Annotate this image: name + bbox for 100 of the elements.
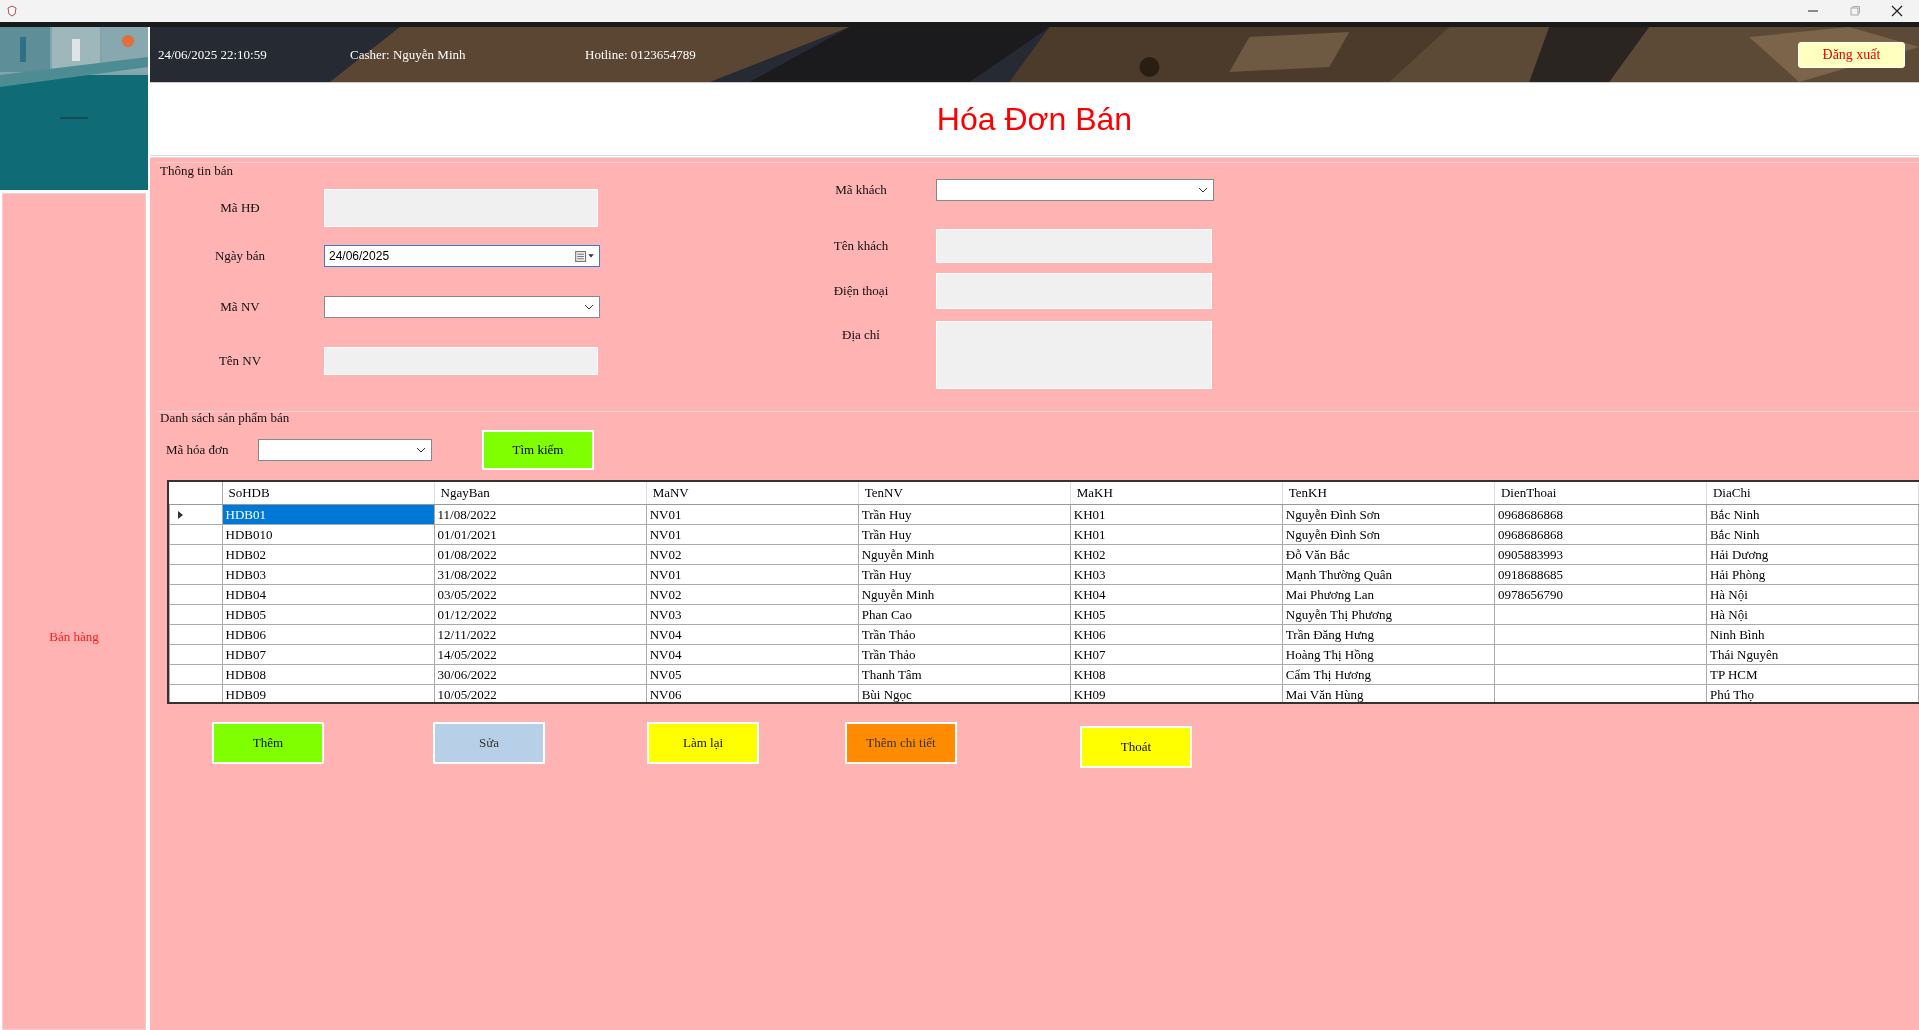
- table-cell: HDB02: [222, 544, 435, 565]
- table-cell: Thái Nguyên: [1706, 644, 1919, 665]
- table-cell: HDB05: [222, 604, 435, 625]
- cashier-text: Casher: Nguyễn Minh: [350, 46, 467, 63]
- table-cell: Hà Nội: [1706, 604, 1919, 625]
- calendar-icon: [575, 250, 595, 262]
- table-cell: Nguyễn Minh: [858, 544, 1071, 565]
- field-label: Tên NV: [217, 353, 263, 369]
- table-cell: KH04: [1070, 584, 1283, 605]
- action-button[interactable]: Thoát: [1080, 726, 1192, 768]
- field-label: Mã khách: [834, 182, 888, 198]
- table-cell: HDB010: [222, 524, 435, 545]
- table-cell: Trần Huy: [858, 524, 1071, 545]
- action-button[interactable]: Làm lại: [647, 722, 759, 764]
- table-cell: Nguyễn Đình Sơn: [1282, 504, 1495, 525]
- table-cell: Mạnh Thường Quân: [1282, 564, 1495, 585]
- table-cell: Hải Dương: [1706, 544, 1919, 565]
- table-cell: 01/01/2021: [434, 524, 647, 545]
- table-cell: NV01: [646, 524, 859, 545]
- table-cell: Thanh Tâm: [858, 664, 1071, 685]
- table-cell: Đỗ Văn Bắc: [1282, 544, 1495, 565]
- table-cell: NV01: [646, 564, 859, 585]
- table-cell: KH08: [1070, 664, 1283, 685]
- table-cell: Phan Cao: [858, 604, 1071, 625]
- table-cell: Nguyễn Thị Phương: [1282, 604, 1495, 625]
- group-title: Danh sách sản phẩm bán: [159, 410, 291, 426]
- table-cell: HDB08: [222, 664, 435, 685]
- table-cell: NV03: [646, 604, 859, 625]
- field-label: Địa chỉ: [841, 327, 881, 343]
- table-cell: Trần Thảo: [858, 644, 1071, 665]
- table-cell: TP HCM: [1706, 664, 1919, 685]
- table-cell: KH01: [1070, 524, 1283, 545]
- table-cell: 0968686868: [1494, 504, 1707, 525]
- maximize-icon[interactable]: [1849, 5, 1861, 17]
- table-cell: Mai Phương Lan: [1282, 584, 1495, 605]
- table-cell: Cẩm Thị Hương: [1282, 664, 1495, 685]
- column-header[interactable]: MaKH: [1070, 482, 1283, 505]
- table-cell: Trần Huy: [858, 564, 1071, 585]
- input-field[interactable]: [936, 273, 1212, 309]
- column-header[interactable]: TenKH: [1282, 482, 1495, 505]
- table-cell: HDB06: [222, 624, 435, 645]
- table-cell: NV04: [646, 624, 859, 645]
- app-icon: [6, 5, 18, 17]
- dropdown-field[interactable]: [324, 296, 600, 318]
- table-cell: NV01: [646, 504, 859, 525]
- chevron-icon: [584, 304, 594, 310]
- text-area[interactable]: [936, 321, 1212, 389]
- datetime-text: 24/06/2025 22:10:59: [158, 46, 268, 63]
- table-cell: Hà Nội: [1706, 584, 1919, 605]
- column-header[interactable]: DiaChi: [1706, 482, 1919, 505]
- input-field[interactable]: [936, 229, 1212, 263]
- group-title: Thông tin bán: [159, 163, 234, 179]
- table-cell: Hoàng Thị Hồng: [1282, 644, 1495, 665]
- search-button[interactable]: Tìm kiếm: [482, 430, 594, 470]
- field-label: Tên khách: [832, 238, 890, 254]
- column-header[interactable]: MaNV: [646, 482, 859, 505]
- table-cell: 01/12/2022: [434, 604, 647, 625]
- table-cell: Ninh Bình: [1706, 624, 1919, 645]
- table-cell: Nguyễn Đình Sơn: [1282, 524, 1495, 545]
- table-cell: 03/05/2022: [434, 584, 647, 605]
- table-cell: 14/05/2022: [434, 644, 647, 665]
- dropdown-field[interactable]: [258, 439, 432, 461]
- chevron-icon: [1198, 187, 1208, 193]
- field-label: Mã NV: [219, 299, 261, 315]
- column-header[interactable]: SoHDB: [222, 482, 435, 505]
- close-icon[interactable]: [1891, 5, 1903, 17]
- action-button[interactable]: Thêm: [212, 722, 324, 764]
- table-cell: KH01: [1070, 504, 1283, 525]
- table-cell: NV05: [646, 664, 859, 685]
- table-cell: 30/06/2022: [434, 664, 647, 685]
- column-header[interactable]: DienThoai: [1494, 482, 1707, 505]
- action-button[interactable]: Sửa: [433, 722, 545, 764]
- action-button[interactable]: Thêm chi tiết: [845, 722, 957, 764]
- table-cell: Bắc Ninh: [1706, 504, 1919, 525]
- chevron-icon: [416, 447, 426, 453]
- input-field[interactable]: [324, 347, 598, 375]
- field-label: Điện thoại: [832, 283, 890, 299]
- dropdown-field[interactable]: [936, 179, 1214, 201]
- table-cell: 0905883993: [1494, 544, 1707, 565]
- table-cell: HDB03: [222, 564, 435, 585]
- field-label: Ngày bán: [213, 248, 267, 264]
- hotline-text: Hotline: 0123654789: [585, 46, 696, 63]
- logout-button[interactable]: Đăng xuất: [1798, 41, 1905, 68]
- table-cell: 0918688685: [1494, 564, 1707, 585]
- page-title: Hóa Đơn Bán: [936, 100, 1133, 138]
- table-cell: 12/11/2022: [434, 624, 647, 645]
- row-pointer-icon: [178, 510, 183, 519]
- table-cell: KH03: [1070, 564, 1283, 585]
- field-label: Mã HĐ: [219, 200, 261, 216]
- column-header[interactable]: NgayBan: [434, 482, 647, 505]
- table-cell: Hải Phòng: [1706, 564, 1919, 585]
- table-cell: KH05: [1070, 604, 1283, 625]
- table-cell: 01/08/2022: [434, 544, 647, 565]
- input-field[interactable]: [324, 189, 598, 227]
- table-cell: KH07: [1070, 644, 1283, 665]
- table-cell: NV04: [646, 644, 859, 665]
- date-picker[interactable]: 24/06/2025: [324, 245, 600, 267]
- table-cell: Trần Huy: [858, 504, 1071, 525]
- table-cell: 11/08/2022: [434, 504, 647, 525]
- column-header[interactable]: TenNV: [858, 482, 1071, 505]
